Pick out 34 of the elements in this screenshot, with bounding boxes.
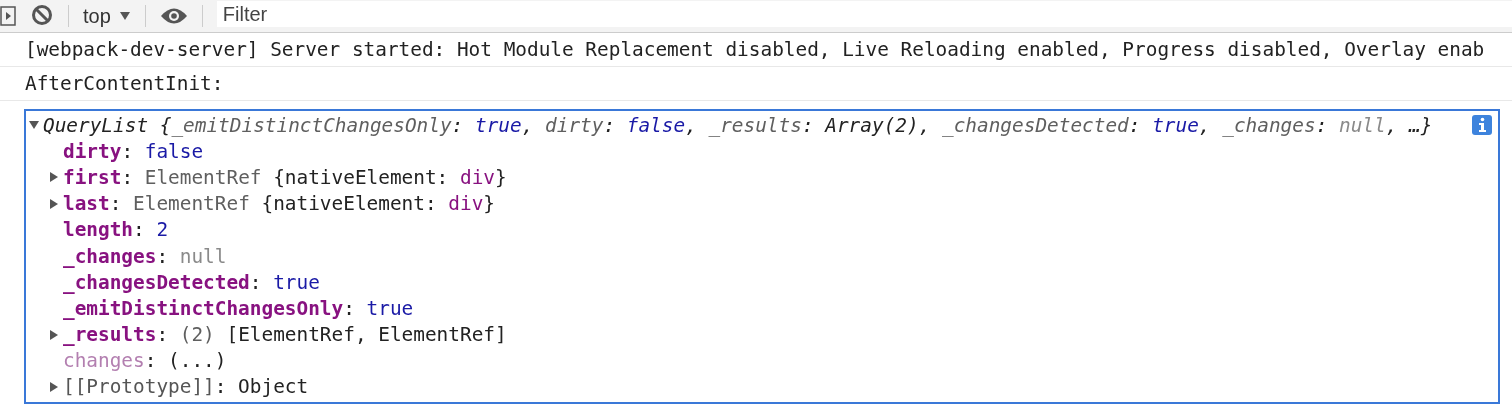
property-value: : Object <box>214 375 309 399</box>
property-value: : true <box>343 296 414 320</box>
property-key: _changes <box>63 244 157 268</box>
context-selector[interactable]: top <box>83 4 131 28</box>
property-key: length <box>63 218 134 242</box>
property-key: last <box>63 192 110 216</box>
console-message: [webpack-dev-server] Server started: Hot Module Replacement disabled, Live Reloading enabled, Progress disabled, Overlay enab <box>25 38 1485 61</box>
dropdown-caret-icon <box>118 11 131 21</box>
clear-console-icon[interactable] <box>30 4 54 28</box>
property-key: _changesDetected <box>63 270 250 294</box>
expand-triangle-icon[interactable] <box>48 328 60 341</box>
property-value: : ElementRef {nativeElement: div} <box>109 192 495 216</box>
property-value: : null <box>156 244 227 268</box>
info-icon[interactable] <box>1472 115 1492 136</box>
property-value: : (...) <box>144 349 227 373</box>
expand-triangle-icon[interactable] <box>48 171 60 184</box>
property-key: changes <box>63 349 145 373</box>
expand-triangle-icon[interactable] <box>48 380 60 393</box>
eye-icon[interactable] <box>159 7 188 25</box>
property-value: : 2 <box>133 218 169 242</box>
expand-triangle-icon[interactable] <box>48 197 60 210</box>
sidebar-toggle-icon[interactable] <box>0 6 16 26</box>
property-value: : ElementRef {nativeElement: div} <box>121 165 507 189</box>
property-value: : false <box>121 139 204 163</box>
object-summary[interactable]: QueryList {_emitDistinctChangesOnly: true, dirty: false, _results: Array(2), _changesDetected: true, _changes: null, …} <box>43 113 1433 137</box>
property-key: _results <box>63 323 157 347</box>
property-key: dirty <box>63 139 122 163</box>
property-value: : true <box>249 270 320 294</box>
property-key: first <box>63 165 122 189</box>
property-key: [[Prototype]] <box>63 375 215 399</box>
property-value: : (2) [ElementRef, ElementRef] <box>156 323 507 347</box>
console-message: AfterContentInit: <box>25 72 224 95</box>
filter-field[interactable]: Filter <box>216 1 1512 27</box>
property-key: _emitDistinctChangesOnly <box>63 296 344 320</box>
